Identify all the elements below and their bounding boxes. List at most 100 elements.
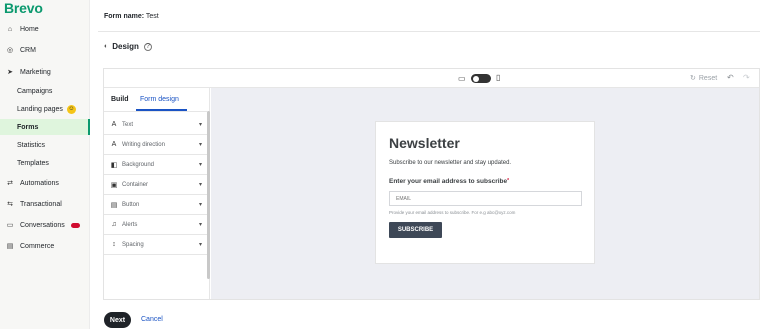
button-icon: ▤ (110, 201, 118, 209)
section-label: Button (122, 201, 140, 208)
sidebar-item-label: Conversations (20, 221, 65, 229)
transactional-icon: ⇆ (7, 201, 13, 208)
chevron-down-icon: ▾ (198, 122, 202, 128)
device-toggle[interactable] (471, 74, 491, 83)
editor-toolbar: ▭ ▯ ↻ Reset ↶ ↷ (104, 69, 759, 88)
chevron-down-icon: ▾ (198, 162, 202, 168)
reset-label: Reset (698, 74, 718, 82)
help-icon[interactable]: ? (143, 42, 152, 51)
form-preview-card[interactable]: Newsletter Subscribe to our newsletter a… (375, 121, 595, 264)
active-nav-highlight (0, 119, 90, 135)
tab-form-design[interactable]: Form design (140, 96, 179, 103)
sidebar-item-label: Commerce (20, 242, 55, 250)
section-container[interactable]: ▣ Container ▾ (104, 175, 207, 195)
bell-icon: ♫ (111, 221, 117, 228)
sidebar-item-label: Marketing (20, 68, 51, 76)
form-editor: ▭ ▯ ↻ Reset ↶ ↷ Build Form design A Text… (103, 68, 760, 300)
form-name: Form name: Test (104, 13, 159, 20)
email-field[interactable] (389, 191, 582, 206)
section-button[interactable]: ▤ Button ▾ (104, 195, 207, 215)
background-icon: ◧ (110, 161, 118, 169)
section-label: Alerts (122, 221, 138, 228)
section-label: Writing direction (122, 141, 165, 148)
home-icon: ⌂ (7, 25, 13, 33)
desktop-icon[interactable]: ▭ (458, 74, 466, 83)
reset-button[interactable]: ↻ Reset (690, 74, 718, 83)
section-label: Spacing (122, 241, 144, 248)
crm-icon: ◎ (6, 47, 14, 54)
sidebar-subitem-label: Forms (17, 123, 39, 131)
email-label-text: Enter your email address to subscribe (389, 178, 508, 185)
container-icon: ▣ (110, 181, 118, 189)
form-subtitle[interactable]: Subscribe to our newsletter and stay upd… (389, 160, 511, 166)
chat-icon: ▭ (6, 222, 14, 229)
automation-icon: ⇄ (7, 180, 13, 187)
sidebar-subitem-templates[interactable]: Templates (17, 155, 49, 171)
sidebar-item-transactional[interactable]: ⇆ Transactional (0, 196, 90, 212)
chevron-down-icon: ▾ (198, 142, 202, 148)
section-label: Text (122, 121, 134, 128)
new-badge-icon: ☺ (66, 104, 76, 114)
sidebar-item-marketing[interactable]: ➤ Marketing (0, 64, 90, 80)
sidebar-subitem-label: Campaigns (17, 87, 53, 95)
sidebar-item-conversations[interactable]: ▭ Conversations (0, 217, 90, 233)
toggle-knob (473, 75, 479, 82)
email-help-text[interactable]: Provide your email address to subscribe.… (389, 210, 515, 215)
sidebar-item-automations[interactable]: ⇄ Automations (0, 175, 90, 191)
sidebar-item-commerce[interactable]: ▤ Commerce (0, 238, 90, 254)
mobile-icon[interactable]: ▯ (496, 73, 500, 82)
cancel-link[interactable]: Cancel (141, 316, 163, 323)
sidebar: Brevo ⌂ Home ◎ CRM ➤ Marketing Campaigns… (0, 0, 90, 329)
sidebar-subitem-label: Landing pages (17, 105, 63, 113)
sidebar-item-crm[interactable]: ◎ CRM (0, 42, 90, 58)
chevron-down-icon: ▾ (198, 222, 202, 228)
sidebar-subitem-label: Templates (17, 159, 49, 167)
text-direction-icon: A (111, 141, 117, 148)
design-section-title: ◐ Design ? (104, 42, 152, 51)
sidebar-item-label: CRM (20, 46, 36, 54)
notification-badge (70, 222, 80, 228)
sidebar-subitem-statistics[interactable]: Statistics (17, 137, 45, 153)
subscribe-button[interactable]: SUBSCRIBE (389, 222, 442, 238)
sidebar-subitem-label: Statistics (17, 141, 46, 149)
section-alerts[interactable]: ♫ Alerts ▾ (104, 215, 207, 235)
tab-build[interactable]: Build (111, 96, 129, 103)
section-spacing[interactable]: ↕ Spacing ▾ (104, 235, 207, 255)
send-icon: ➤ (7, 69, 13, 76)
sidebar-subitem-campaigns[interactable]: Campaigns (17, 83, 52, 99)
palette-icon: ◐ (104, 43, 109, 50)
sidebar-subitem-landing-pages[interactable]: Landing pages ☺ (17, 101, 76, 117)
sidebar-item-label: Home (20, 25, 39, 33)
commerce-icon: ▤ (6, 243, 14, 250)
redo-icon[interactable]: ↷ (743, 73, 750, 82)
form-name-value: Test (145, 13, 159, 20)
email-label[interactable]: Enter your email address to subscribe* (389, 178, 509, 185)
text-icon: A (111, 121, 117, 128)
form-name-label: Form name: (104, 13, 145, 20)
section-label: Background (122, 161, 155, 168)
sidebar-item-label: Automations (20, 179, 59, 187)
sidebar-item-home[interactable]: ⌂ Home (0, 21, 90, 37)
section-label: Container (122, 181, 149, 188)
design-title-text: Design (112, 42, 139, 51)
sidebar-item-label: Transactional (20, 200, 62, 208)
brand-logo[interactable]: Brevo (4, 0, 43, 16)
form-title[interactable]: Newsletter (389, 135, 460, 151)
panel-scrollbar[interactable] (207, 111, 210, 279)
section-background[interactable]: ◧ Background ▾ (104, 155, 207, 175)
chevron-down-icon: ▾ (198, 242, 202, 248)
undo-icon[interactable]: ↶ (727, 73, 734, 82)
divider (98, 31, 760, 32)
reset-icon: ↻ (690, 75, 696, 82)
section-text[interactable]: A Text ▾ (104, 115, 207, 135)
spacing-icon: ↕ (112, 241, 116, 248)
required-mark: * (507, 178, 510, 184)
chevron-down-icon: ▾ (198, 202, 202, 208)
tab-divider (104, 111, 207, 112)
design-settings-panel: Build Form design A Text ▾ A Writing dir… (104, 88, 210, 299)
sidebar-subitem-forms[interactable]: Forms (17, 119, 38, 135)
next-button[interactable]: Next (104, 312, 131, 328)
chevron-down-icon: ▾ (198, 182, 202, 188)
preview-canvas: Newsletter Subscribe to our newsletter a… (211, 88, 759, 299)
section-writing-direction[interactable]: A Writing direction ▾ (104, 135, 207, 155)
